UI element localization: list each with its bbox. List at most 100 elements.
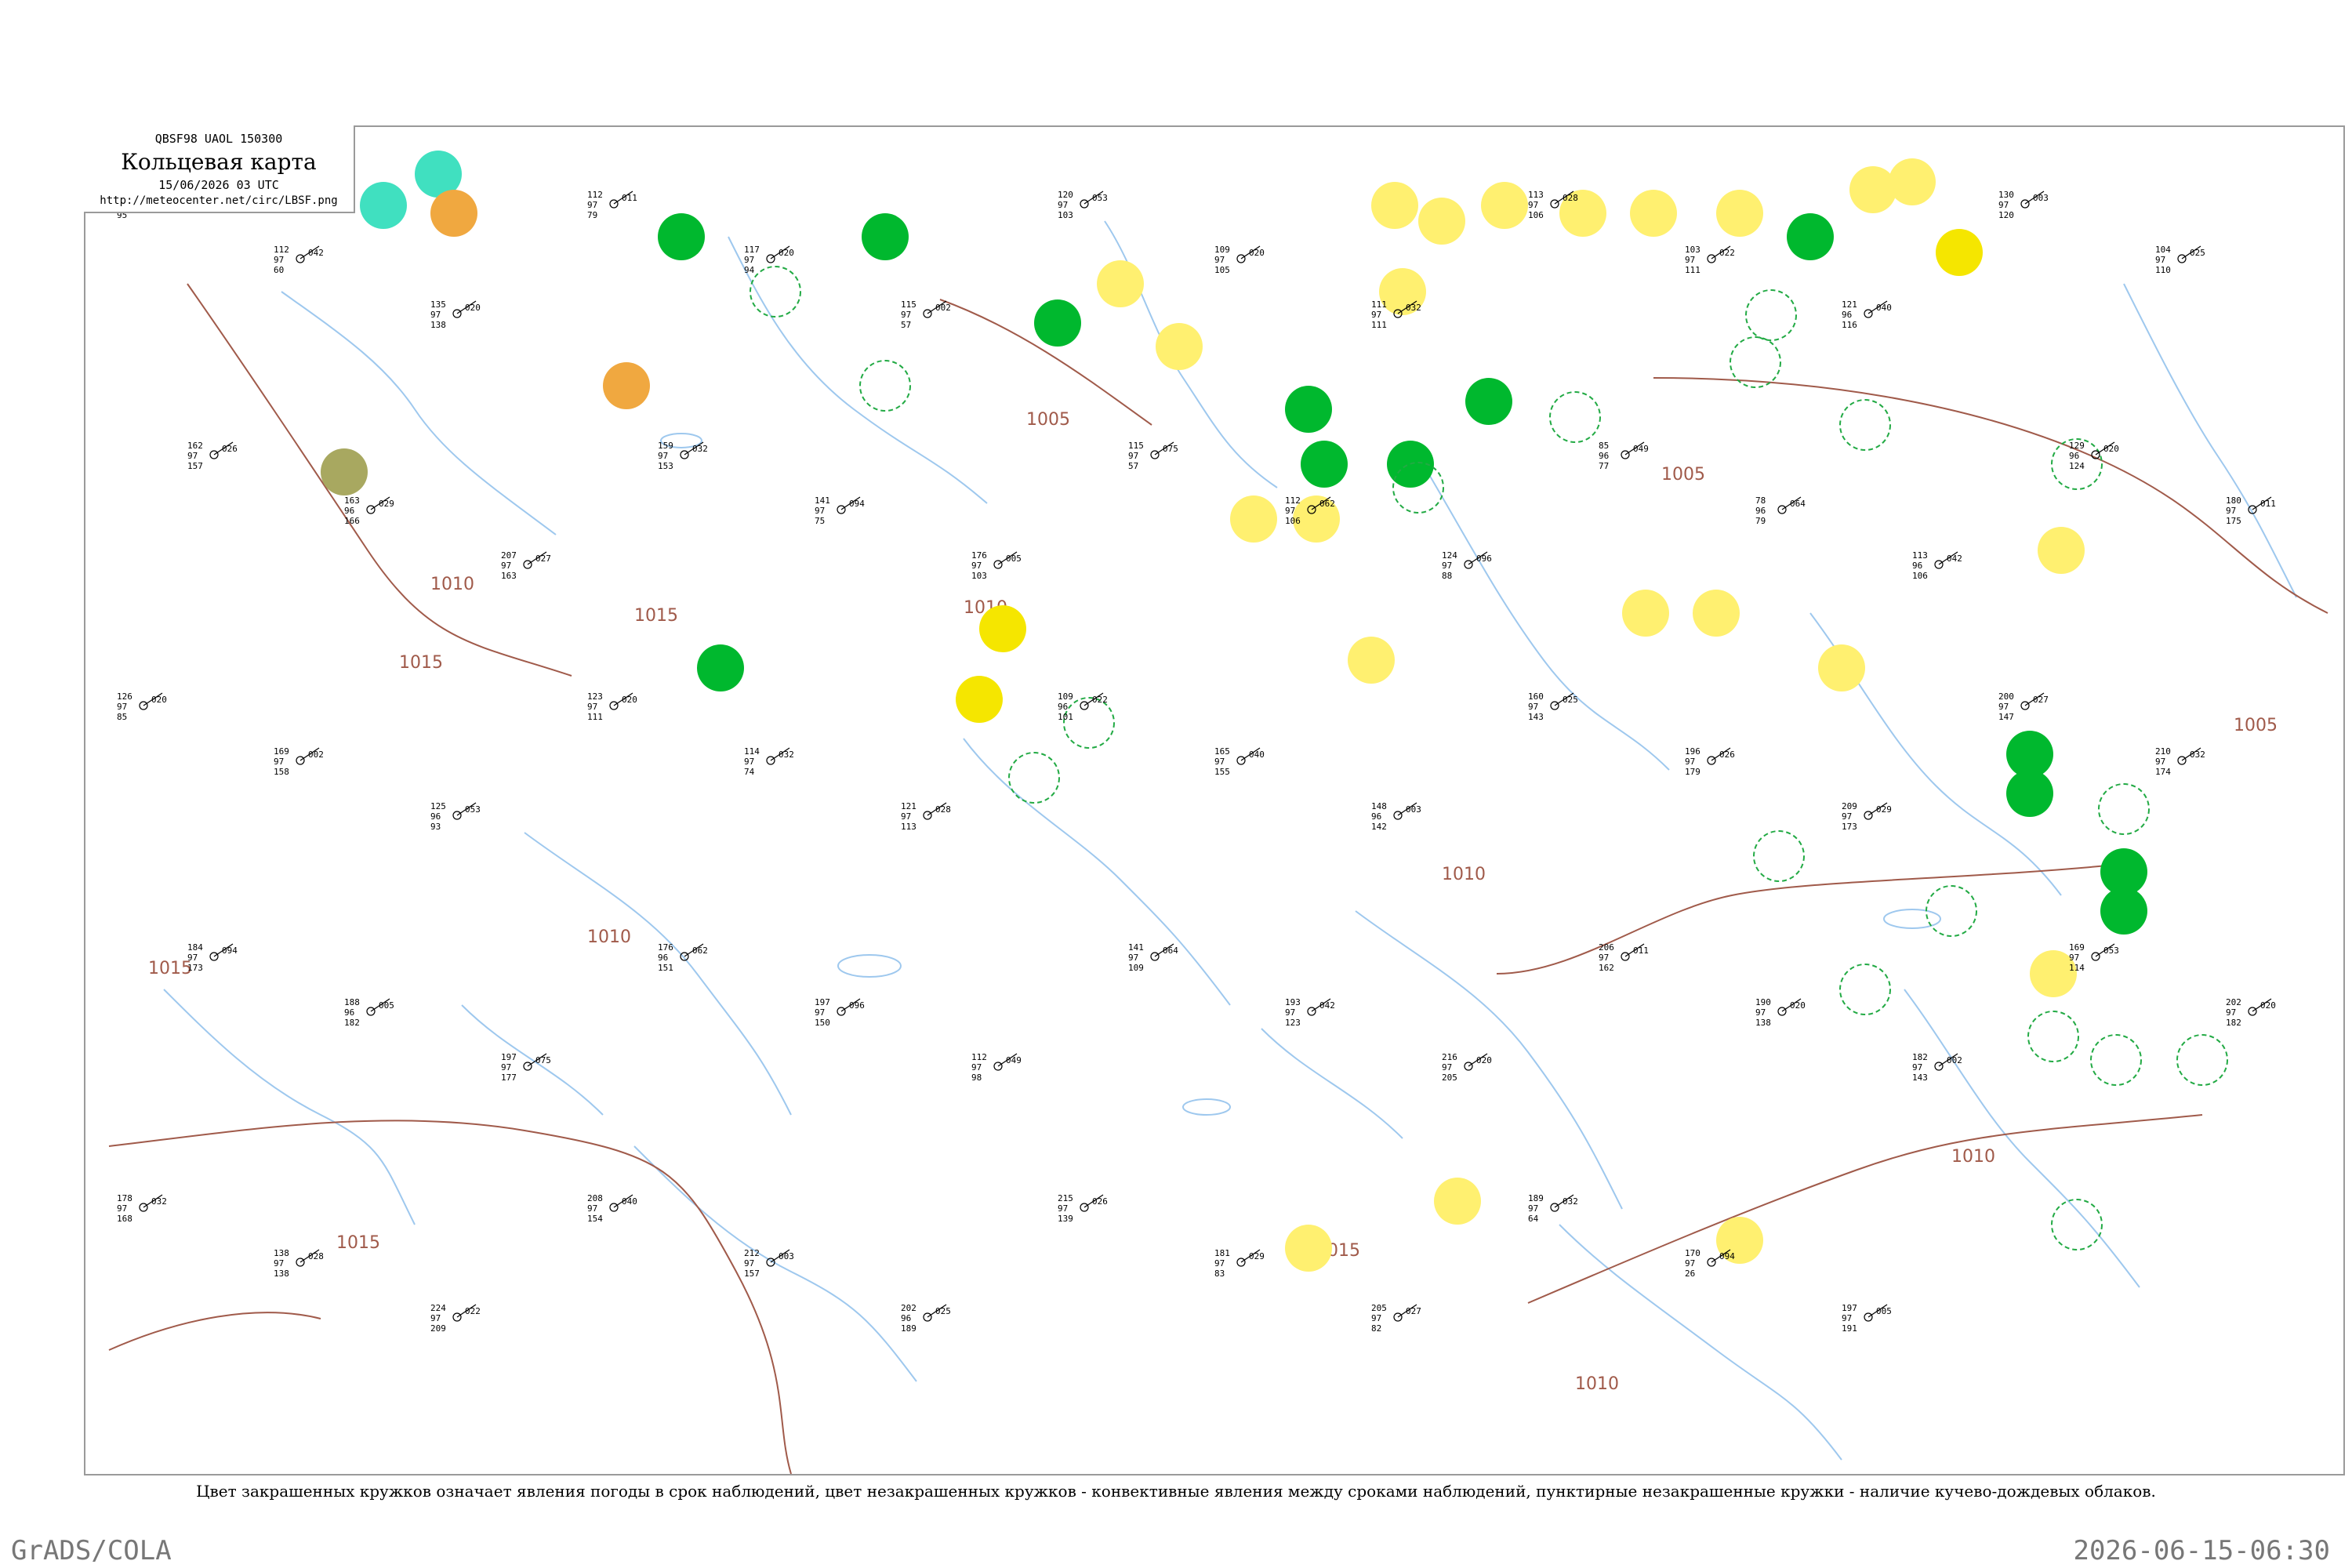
station-plot: 1259693 053 <box>430 801 481 832</box>
station-temp: 125 <box>430 801 446 811</box>
station-dew: 97 <box>2226 506 2236 516</box>
cb-cloud-circle <box>2027 1011 2079 1062</box>
river <box>1904 989 2140 1288</box>
footer-timestamp: 2026-06-15-06:30 <box>2073 1535 2330 1566</box>
station-pressure: 025 <box>2190 248 2205 258</box>
weather-circle <box>1693 590 1740 637</box>
station-plot: 13897138 028 <box>274 1248 324 1279</box>
station-plot: 1269785 020 <box>117 691 167 722</box>
station-pressure: 049 <box>1006 1055 1022 1065</box>
station-plot: 17696151 062 <box>658 942 708 973</box>
station-temp: 112 <box>1285 495 1301 506</box>
isobar-line <box>108 1120 792 1474</box>
station-pressure: 002 <box>1947 1055 1962 1065</box>
station-dew: 97 <box>2155 757 2165 767</box>
station-temp: 207 <box>501 550 517 561</box>
isobar-label: 1015 <box>634 606 678 626</box>
station-vis: 60 <box>274 265 284 275</box>
station-temp: 190 <box>1755 997 1771 1007</box>
station-vis: 189 <box>901 1323 916 1334</box>
station-plot: 18896182 005 <box>344 997 394 1028</box>
map-frame: 1015 1015 1010 1010 1005 1010 1005 1005 1010 1010… <box>84 125 2345 1475</box>
station-dew: 96 <box>344 506 354 516</box>
isobar-label: 1005 <box>2234 716 2278 735</box>
station-pressure: 032 <box>779 750 794 760</box>
station-dew: 97 <box>1528 200 1538 210</box>
station-pressure: 020 <box>2260 1000 2276 1011</box>
footer-software: GrADS/COLA <box>11 1535 172 1566</box>
weather-circle <box>1371 182 1418 229</box>
station-vis: 157 <box>744 1269 760 1279</box>
station-plot: 17697103 005 <box>971 550 1022 581</box>
station-pressure: 020 <box>1790 1000 1806 1011</box>
cb-cloud-circle <box>1745 289 1797 341</box>
station-vis: 142 <box>1371 822 1387 832</box>
station-vis: 174 <box>2155 767 2171 777</box>
station-pressure: 020 <box>1476 1055 1492 1065</box>
station-dew: 96 <box>430 811 441 822</box>
station-dew: 97 <box>1214 255 1225 265</box>
river <box>963 738 1231 1006</box>
station-vis: 173 <box>187 963 203 973</box>
station-dew: 96 <box>1912 561 1922 571</box>
station-temp: 216 <box>1442 1052 1457 1062</box>
weather-circle <box>2100 887 2147 935</box>
station-dew: 97 <box>430 1313 441 1323</box>
station-vis: 177 <box>501 1073 517 1083</box>
station-pressure: 027 <box>1406 1306 1421 1316</box>
station-plot: 1159757 002 <box>901 299 951 330</box>
station-temp: 208 <box>587 1193 603 1203</box>
station-vis: 138 <box>430 320 446 330</box>
station-pressure: 003 <box>779 1251 794 1261</box>
station-temp: 182 <box>1912 1052 1928 1062</box>
station-vis: 74 <box>744 767 755 777</box>
station-pressure: 040 <box>1249 750 1265 760</box>
station-pressure: 027 <box>535 554 551 564</box>
station-vis: 110 <box>2155 265 2171 275</box>
isobar-label: 1015 <box>336 1233 380 1253</box>
station-plot: 1129760 042 <box>274 245 324 275</box>
station-dew: 97 <box>1128 451 1138 461</box>
station-vis: 106 <box>1912 571 1928 581</box>
station-temp: 178 <box>117 1193 132 1203</box>
station-dew: 97 <box>971 561 982 571</box>
station-temp: 129 <box>2069 441 2085 451</box>
bulletin-code: QBSF98 UAOL 150300 <box>154 132 283 146</box>
station-vis: 94 <box>744 265 755 275</box>
station-dew: 97 <box>1214 757 1225 767</box>
station-plot: 13597138 020 <box>430 299 481 330</box>
station-vis: 88 <box>1442 571 1452 581</box>
weather-circle <box>956 676 1003 723</box>
station-plot: 10996101 022 <box>1058 691 1108 722</box>
lake <box>1883 909 1941 929</box>
station-plot: 20797163 027 <box>501 550 551 581</box>
station-plot: 21097174 032 <box>2155 746 2205 777</box>
station-dew: 97 <box>187 953 198 963</box>
station-pressure: 022 <box>465 1306 481 1316</box>
station-pressure: 032 <box>151 1196 167 1207</box>
source-url[interactable]: http://meteocenter.net/circ/LBSF.png <box>84 194 354 207</box>
station-plot: 19097138 020 <box>1755 997 1806 1028</box>
station-temp: 206 <box>1599 942 1614 953</box>
weather-circles-layer <box>321 151 2228 1272</box>
station-dew: 97 <box>1528 702 1538 712</box>
station-vis: 98 <box>971 1073 982 1083</box>
station-temp: 200 <box>1998 691 2014 702</box>
station-dew: 97 <box>1371 310 1381 320</box>
station-dew: 97 <box>2069 953 2079 963</box>
station-vis: 77 <box>1599 461 1609 471</box>
station-plot: 21697205 020 <box>1442 1052 1492 1083</box>
station-plot: 16597155 040 <box>1214 746 1265 777</box>
station-vis: 182 <box>344 1018 360 1028</box>
river <box>461 1004 604 1116</box>
station-pressure: 032 <box>692 444 708 454</box>
station-vis: 103 <box>971 571 987 581</box>
station-temp: 180 <box>2226 495 2241 506</box>
isobar-label: 1005 <box>1661 465 1705 485</box>
river <box>1559 1224 1842 1461</box>
station-pressure: 020 <box>151 695 167 705</box>
station-pressure: 011 <box>1633 946 1649 956</box>
station-temp: 184 <box>187 942 203 953</box>
station-plot: 12197113 028 <box>901 801 951 832</box>
station-dew: 97 <box>1214 1258 1225 1269</box>
